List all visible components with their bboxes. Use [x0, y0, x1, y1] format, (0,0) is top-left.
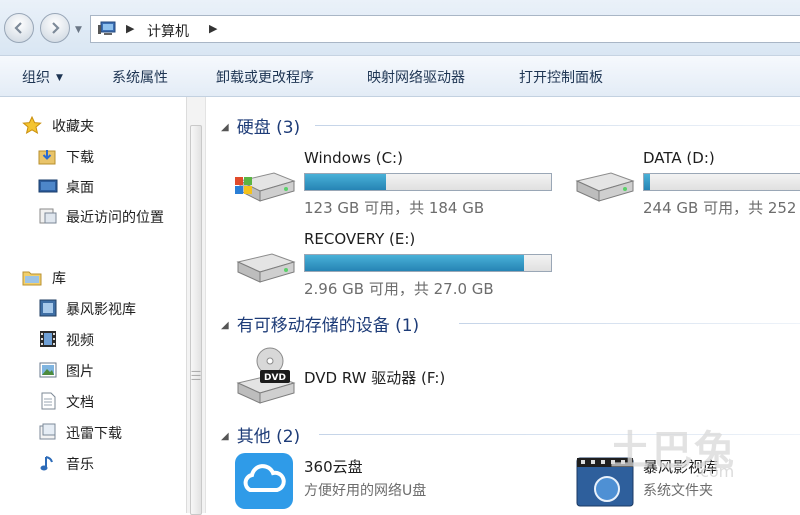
group-divider: [315, 125, 800, 126]
nav-label: 音乐: [66, 457, 94, 473]
xunlei-downloads-icon: [39, 423, 56, 440]
collapse-triangle-icon[interactable]: ◢: [221, 122, 229, 133]
group-header-removable[interactable]: ◢ 有可移动存储的设备 (1): [221, 311, 420, 336]
watermark-domain: .com: [695, 462, 735, 481]
breadcrumb-arrow-icon[interactable]: ▶: [126, 22, 134, 35]
chevron-down-icon: ▼: [56, 73, 63, 83]
drive-usage-fill: [305, 174, 387, 190]
drive-usage-bar: [643, 173, 800, 191]
hard-drive-icon: [575, 172, 635, 202]
video-film-icon: [40, 331, 56, 347]
nav-label: 暴风影视库: [66, 302, 136, 318]
nav-label: 下载: [66, 150, 94, 166]
svg-text:DVD: DVD: [264, 373, 286, 383]
nav-label: 视频: [66, 333, 94, 349]
nav-label: 图片: [66, 364, 94, 380]
nav-label: 桌面: [66, 180, 94, 196]
star-icon: [22, 116, 42, 134]
group-title: 硬盘 (3): [236, 118, 301, 138]
nav-label: 最近访问的位置: [66, 210, 164, 226]
pictures-icon: [39, 362, 57, 378]
recent-places-icon: [39, 208, 57, 224]
dvd-drive-icon: DVD: [236, 347, 296, 404]
forward-arrow-icon: [52, 22, 60, 34]
drive-e[interactable]: RECOVERY (E:) 2.96 GB 可用，共 27.0 GB: [234, 230, 574, 298]
address-box[interactable]: ▶ 计算机 ▶: [90, 15, 800, 43]
drive-free-space: 123 GB 可用，共 184 GB: [304, 199, 485, 217]
drive-free-space: 244 GB 可用，共 252: [643, 199, 797, 217]
item-description: 系统文件夹: [643, 483, 713, 499]
item-name: 360云盘: [304, 458, 363, 476]
scrollbar-thumb[interactable]: [190, 125, 202, 515]
drive-name: DATA (D:): [643, 149, 715, 167]
group-divider: [459, 323, 800, 324]
drive-usage-fill: [305, 255, 524, 271]
drive-d[interactable]: DATA (D:) 244 GB 可用，共 252: [573, 149, 800, 217]
downloads-folder-icon: [38, 150, 56, 165]
collapse-triangle-icon[interactable]: ◢: [221, 320, 229, 331]
forward-button[interactable]: [40, 13, 70, 43]
hard-drive-windows-icon: [235, 172, 296, 202]
back-button[interactable]: [4, 13, 34, 43]
drive-name: Windows (C:): [304, 149, 403, 167]
drive-name: DVD RW 驱动器 (F:): [304, 369, 446, 387]
libraries-folder-icon: [22, 271, 42, 286]
music-note-icon: [40, 456, 53, 471]
organize-label: 组织: [22, 70, 50, 86]
group-header-other[interactable]: ◢ 其他 (2): [221, 422, 301, 447]
drive-usage-fill: [644, 174, 650, 190]
cloud-drive-icon: [235, 453, 293, 509]
nav-label: 收藏夹: [52, 119, 94, 135]
nav-label: 库: [52, 271, 66, 287]
group-title: 其他 (2): [236, 427, 301, 447]
drive-usage-bar: [304, 173, 552, 191]
nav-label: 文档: [66, 395, 94, 411]
organize-menu[interactable]: 组织 ▼: [22, 67, 63, 87]
group-header-hard-drives[interactable]: ◢ 硬盘 (3): [221, 113, 301, 138]
collapse-triangle-icon[interactable]: ◢: [221, 431, 229, 442]
documents-icon: [41, 392, 56, 410]
nav-label: 迅雷下载: [66, 426, 122, 442]
group-title: 有可移动存储的设备 (1): [236, 316, 420, 336]
open-control-panel-button[interactable]: 打开控制面板: [519, 67, 603, 87]
drive-free-space: 2.96 GB 可用，共 27.0 GB: [304, 280, 494, 298]
film-library-icon: [39, 299, 57, 317]
drive-name: RECOVERY (E:): [304, 230, 416, 248]
drive-usage-bar: [304, 254, 552, 272]
drive-c[interactable]: Windows (C:) 123 GB 可用，共 184 GB: [234, 149, 574, 217]
address-bar-area: ▼ ▶ 计算机 ▶: [0, 0, 800, 56]
desktop-icon: [38, 179, 58, 193]
computer-icon: [98, 21, 116, 35]
item-360-cloud[interactable]: 360云盘 方便好用的网络U盘: [234, 452, 534, 510]
nav-pane-scrollbar[interactable]: [186, 97, 206, 515]
hard-drive-icon: [236, 253, 296, 283]
back-arrow-icon: [14, 22, 22, 34]
recent-pages-dropdown-icon[interactable]: ▼: [75, 25, 82, 35]
scroll-grip-icon: — — —: [191, 366, 201, 385]
breadcrumb-arrow-icon[interactable]: ▶: [209, 22, 217, 35]
system-properties-button[interactable]: 系统属性: [112, 67, 168, 87]
item-description: 方便好用的网络U盘: [304, 483, 427, 499]
drive-f-dvd[interactable]: DVD DVD RW 驱动器 (F:): [234, 347, 574, 407]
breadcrumb-computer[interactable]: 计算机: [147, 21, 189, 41]
command-bar: 组织 ▼ 系统属性 卸载或更改程序 映射网络驱动器 打开控制面板: [0, 56, 800, 97]
map-network-drive-button[interactable]: 映射网络驱动器: [367, 67, 465, 87]
navigation-pane: 收藏夹 下载 桌面 最近访问的位置 库 暴风影视库 视频 图片 文档 迅雷下载 …: [0, 97, 186, 513]
uninstall-program-button[interactable]: 卸载或更改程序: [216, 67, 314, 87]
